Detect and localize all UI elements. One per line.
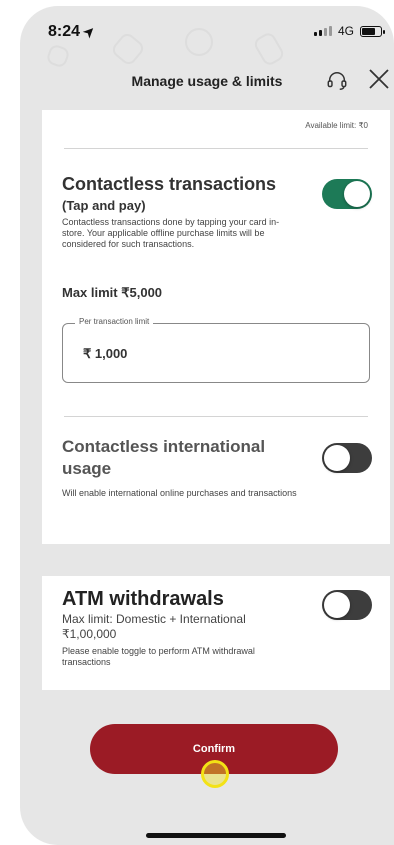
per-transaction-limit-field[interactable]: Per transaction limit ₹ 1,000 (62, 317, 370, 383)
field-label: Per transaction limit (75, 317, 154, 326)
atm-max-limit: Max limit: Domestic + International ₹1,0… (62, 612, 246, 641)
available-limit: Available limit: ₹0 (305, 121, 368, 130)
atm-toggle[interactable] (322, 590, 372, 620)
toggle-knob (324, 592, 350, 618)
contactless-toggle[interactable] (322, 179, 372, 209)
header: Manage usage & limits (20, 56, 394, 104)
close-icon[interactable] (366, 66, 392, 92)
contactless-card: Available limit: ₹0 Contactless transact… (42, 110, 390, 544)
contactless-subtitle: (Tap and pay) (62, 198, 146, 213)
atm-card: ATM withdrawals Max limit: Domestic + In… (42, 576, 390, 690)
status-icons: 4G (313, 24, 385, 38)
headset-icon[interactable] (326, 70, 348, 92)
contactless-title: Contactless transactions (62, 174, 277, 194)
time-label: 8:24 (48, 23, 81, 40)
toggle-knob (324, 445, 350, 471)
divider (64, 148, 368, 149)
home-indicator[interactable] (146, 833, 286, 838)
international-toggle[interactable] (322, 443, 372, 473)
atm-description: Please enable toggle to perform ATM with… (62, 646, 255, 667)
field-value[interactable]: ₹ 1,000 (83, 346, 127, 362)
international-title: Contactless international usage (62, 437, 266, 478)
toggle-knob (344, 181, 370, 207)
tap-indicator (201, 760, 229, 788)
phone-screen: 8:24➤ 4G Manage usage & limits Available… (20, 6, 394, 845)
international-description: Will enable international online purchas… (62, 488, 297, 498)
signal-icon (313, 26, 332, 36)
battery-icon (360, 25, 385, 37)
location-arrow-icon: ➤ (79, 22, 99, 41)
status-bar: 8:24➤ 4G (20, 6, 394, 56)
network-label: 4G (337, 24, 354, 38)
atm-title: ATM withdrawals (62, 588, 224, 610)
contactless-description: Contactless transactions done by tapping… (62, 217, 280, 249)
contactless-max-limit: Max limit ₹5,000 (62, 285, 163, 300)
status-time: 8:24➤ (48, 22, 98, 41)
divider (64, 416, 368, 417)
